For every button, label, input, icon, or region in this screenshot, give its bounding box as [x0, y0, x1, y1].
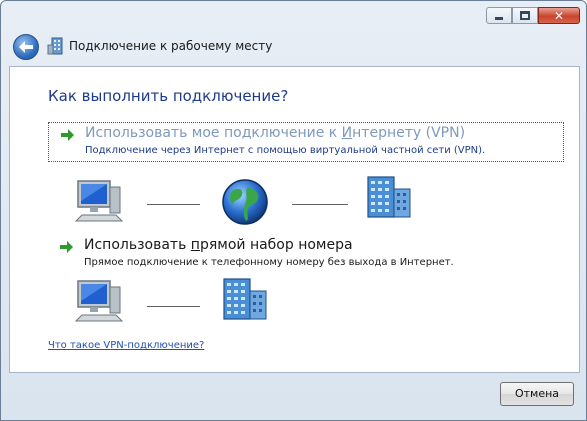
globe-icon	[222, 179, 268, 225]
green-arrow-icon	[61, 129, 74, 141]
office-building-icon	[223, 278, 267, 320]
green-arrow-icon	[60, 241, 73, 253]
caption-buttons: ✕	[486, 7, 580, 24]
option-vpn-title: Использовать мое подключение к Интернету…	[85, 125, 466, 141]
cancel-button[interactable]: Отмена	[500, 382, 574, 406]
connection-line	[147, 204, 200, 205]
option-dialup-description: Прямое подключение к телефонному номеру …	[84, 257, 454, 268]
office-building-icon	[367, 176, 411, 218]
back-button[interactable]	[13, 34, 39, 60]
connection-line	[147, 306, 200, 307]
option-vpn[interactable]: Использовать мое подключение к Интернету…	[48, 122, 564, 162]
window-title: Подключение к рабочему месту	[69, 39, 273, 53]
back-arrow-icon	[19, 41, 33, 53]
maximize-button[interactable]	[512, 7, 538, 24]
option-vpn-description: Подключение через Интернет с помощью вир…	[85, 145, 486, 156]
minimize-button[interactable]	[486, 7, 512, 24]
connection-line	[292, 204, 348, 205]
minimize-icon	[495, 16, 503, 20]
close-button[interactable]: ✕	[538, 7, 580, 24]
content-pane: Как выполнить подключение? Использовать …	[9, 66, 580, 373]
vpn-help-link[interactable]: Что такое VPN-подключение?	[48, 340, 204, 351]
workplace-connection-icon	[47, 37, 63, 55]
close-icon: ✕	[553, 8, 565, 23]
computer-icon	[74, 280, 124, 322]
page-heading: Как выполнить подключение?	[48, 87, 289, 105]
option-dialup-title: Использовать прямой набор номера	[84, 237, 353, 253]
dialog-window: ✕ Подключение к рабочему месту Как выпол…	[0, 0, 587, 421]
option-dialup[interactable]: Использовать прямой набор номера Прямое …	[48, 235, 564, 275]
computer-icon	[74, 180, 124, 222]
maximize-icon	[520, 11, 530, 20]
